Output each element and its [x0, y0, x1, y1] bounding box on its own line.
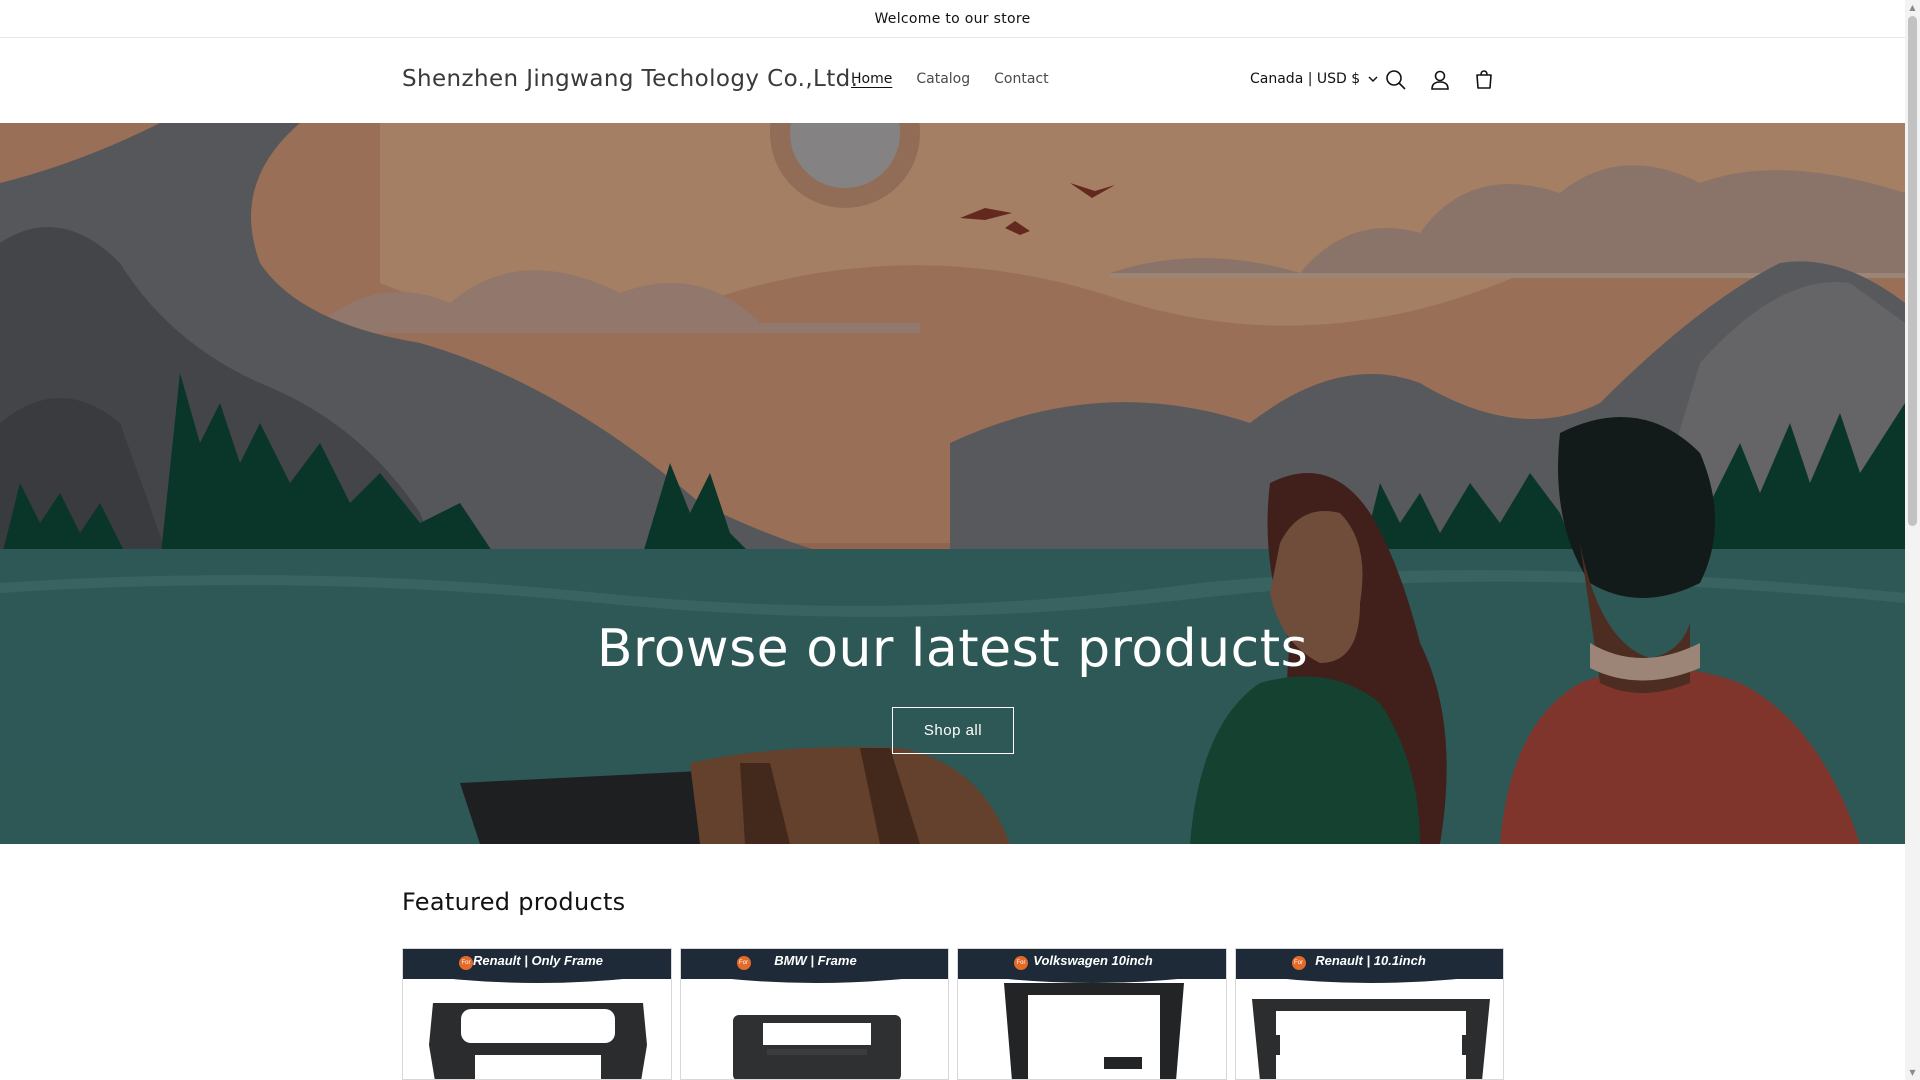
cart-icon[interactable] [1471, 67, 1497, 93]
product-spec: 10inch [1111, 953, 1153, 968]
product-label: BMW | Frame [681, 953, 949, 968]
announcement-text: Welcome to our store [874, 10, 1031, 27]
product-image [429, 1003, 647, 1079]
country-selector[interactable]: Canada | USD $ [1250, 71, 1378, 87]
nav-item-contact[interactable]: Contact [994, 71, 1048, 87]
label-divider: | [810, 953, 818, 968]
product-card[interactable]: For Renault | Only Frame [402, 948, 672, 1080]
product-grid: For Renault | Only Frame For BMW | Frame [402, 948, 1504, 1080]
product-label: Renault | Only Frame [403, 953, 671, 968]
chevron-down-icon [1368, 75, 1378, 82]
featured-products-title: Featured products [402, 888, 626, 916]
product-brand: BMW [774, 953, 807, 968]
label-divider: | [524, 953, 532, 968]
main-nav: Home Catalog Contact [851, 71, 1073, 87]
page-scrollbar[interactable]: ▲ ▼ [1905, 0, 1920, 1080]
product-label: Renault | 10.1inch [1236, 953, 1504, 968]
hero-title: Browse our latest products [596, 619, 1309, 679]
product-image [1251, 999, 1490, 1079]
product-card[interactable]: For BMW | Frame [679, 948, 949, 1080]
account-icon[interactable] [1427, 67, 1453, 93]
site-header: Shenzhen Jingwang Techology Co.,Ltd. Hom… [0, 39, 1905, 123]
product-spec: Only Frame [531, 953, 604, 968]
nav-item-home[interactable]: Home [851, 71, 892, 87]
product-image [732, 1015, 901, 1079]
store-logo[interactable]: Shenzhen Jingwang Techology Co.,Ltd. [402, 66, 858, 92]
product-image [1004, 983, 1184, 1079]
product-label: Volkswagen 10inch [958, 953, 1226, 968]
nav-item-catalog[interactable]: Catalog [916, 71, 970, 87]
shop-all-button[interactable]: Shop all [892, 707, 1014, 754]
scrollbar-thumb[interactable] [1908, 16, 1917, 526]
hero-banner: Browse our latest products Shop all [0, 123, 1905, 844]
label-divider: | [1366, 953, 1374, 968]
product-card[interactable]: For Volkswagen 10inch [957, 948, 1227, 1080]
scroll-down-icon[interactable]: ▼ [1908, 1068, 1917, 1077]
product-brand: Renault [472, 953, 521, 968]
country-selector-label: Canada | USD $ [1250, 71, 1361, 87]
product-brand: Renault [1315, 953, 1363, 968]
product-spec: Frame [817, 953, 857, 968]
product-brand: Volkswagen [1033, 953, 1108, 968]
product-card[interactable]: For Renault | 10.1inch [1234, 948, 1504, 1080]
announcement-bar: Welcome to our store [0, 0, 1905, 38]
product-spec: 10.1inch [1373, 953, 1426, 968]
scroll-up-icon[interactable]: ▲ [1908, 3, 1917, 12]
search-icon[interactable] [1383, 67, 1409, 93]
